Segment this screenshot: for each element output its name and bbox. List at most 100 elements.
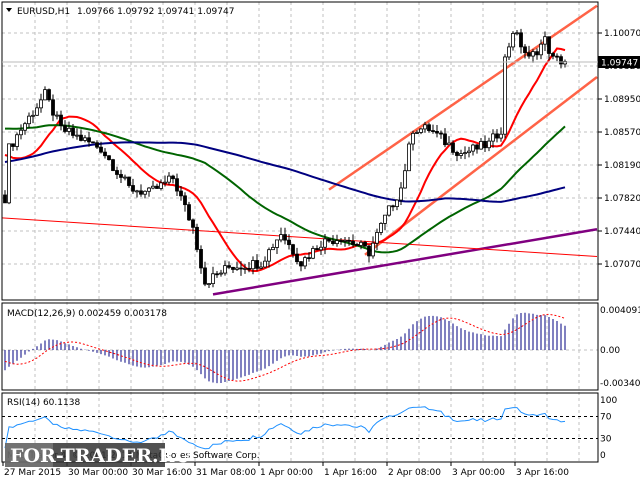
- candle-body: [55, 114, 59, 117]
- candle-body: [279, 234, 283, 241]
- candle-body: [183, 195, 187, 206]
- candle-body: [327, 238, 331, 242]
- candle-body: [511, 33, 515, 48]
- price-tick-label: 1.08950: [604, 95, 640, 105]
- candle-body: [531, 51, 535, 57]
- candle-body: [63, 125, 67, 132]
- candle-body: [155, 185, 159, 189]
- candle-body: [259, 266, 263, 269]
- candle-body: [195, 226, 199, 250]
- candle-body: [83, 137, 87, 141]
- candle-body: [439, 132, 443, 135]
- candle-body: [287, 239, 291, 246]
- candle-body: [275, 239, 279, 248]
- candle-body: [399, 187, 403, 201]
- time-tick-label: 2 Apr 08:00: [388, 468, 441, 478]
- candle-body: [383, 214, 387, 224]
- candle-body: [323, 238, 327, 248]
- candle-body: [239, 267, 243, 270]
- candle-body: [247, 267, 251, 270]
- candle-body: [415, 132, 419, 134]
- candle-body: [427, 124, 431, 131]
- candle-body: [7, 143, 11, 204]
- candle-body: [339, 240, 343, 242]
- candle-body: [11, 143, 15, 147]
- candle-body: [139, 190, 143, 195]
- candle-body: [411, 132, 415, 145]
- price-tick-label: 1.07820: [604, 194, 640, 204]
- candle-body: [171, 175, 175, 180]
- price-tick-label: 1.07070: [604, 260, 640, 270]
- candle-body: [499, 133, 503, 139]
- candle-body: [43, 89, 47, 101]
- candle-body: [395, 199, 399, 207]
- candle-body: [71, 127, 75, 136]
- candle-body: [39, 99, 43, 109]
- candle-body: [519, 32, 523, 48]
- candle: [407, 141, 411, 172]
- candle-body: [115, 170, 119, 175]
- candle-body: [187, 204, 191, 221]
- candle-body: [263, 260, 267, 268]
- candle: [187, 201, 191, 222]
- candle-body: [103, 151, 107, 157]
- candle-body: [47, 89, 51, 101]
- candle-body: [347, 240, 351, 242]
- watermark-logo: FOR-TRADER.RU: [5, 443, 191, 467]
- candle-body: [371, 242, 375, 257]
- candle-body: [507, 46, 511, 58]
- candle: [387, 205, 391, 217]
- candle-body: [435, 130, 439, 134]
- candle-body: [191, 219, 195, 228]
- candle-body: [151, 185, 155, 189]
- candle-body: [227, 265, 231, 268]
- candle-body: [163, 181, 167, 184]
- candle-body: [35, 107, 39, 116]
- candle-body: [231, 266, 235, 270]
- candle: [111, 158, 115, 172]
- candle: [47, 88, 51, 102]
- candle-body: [527, 52, 531, 57]
- candle-body: [535, 51, 539, 56]
- candle: [91, 141, 95, 144]
- candle: [503, 54, 507, 139]
- candle-body: [343, 240, 347, 242]
- symbol-label: EURUSD,H1: [17, 7, 70, 17]
- candle: [7, 143, 11, 205]
- time-tick-label: 3 Apr 00:00: [452, 468, 505, 478]
- candle-body: [223, 265, 227, 274]
- candle-body: [87, 137, 91, 143]
- candle-body: [335, 240, 339, 245]
- candle-body: [135, 190, 139, 193]
- candle-body: [167, 175, 171, 183]
- trading-chart[interactable]: 1.100701.093201.089501.085701.081901.078…: [0, 0, 640, 480]
- candle-body: [483, 141, 487, 149]
- candle-body: [199, 249, 203, 269]
- candle-body: [271, 247, 275, 251]
- candle-body: [555, 55, 559, 58]
- candle-body: [291, 244, 295, 255]
- candle-body: [455, 151, 459, 156]
- candle-body: [299, 261, 303, 267]
- candle-body: [463, 152, 467, 155]
- time-tick-label: 3 Apr 16:00: [516, 468, 569, 478]
- candle-body: [471, 144, 475, 152]
- candle-body: [79, 134, 83, 141]
- candle-body: [503, 56, 507, 135]
- candle-body: [3, 194, 7, 204]
- macd-tick-label: -0.003407: [600, 379, 640, 389]
- candle-body: [403, 170, 407, 189]
- candle-body: [431, 130, 435, 132]
- time-tick-label: 1 Apr 00:00: [260, 468, 313, 478]
- candle-body: [131, 185, 135, 192]
- candle-body: [19, 129, 23, 136]
- candle-body: [407, 143, 411, 172]
- candle-body: [219, 272, 223, 275]
- candle-body: [363, 241, 367, 247]
- candle-body: [475, 144, 479, 150]
- candle-body: [95, 142, 99, 148]
- price-tick-label: 1.10070: [604, 29, 640, 39]
- time-tick-label: 30 Mar 16:00: [132, 468, 192, 478]
- candle-body: [539, 43, 543, 56]
- candle-body: [423, 124, 427, 130]
